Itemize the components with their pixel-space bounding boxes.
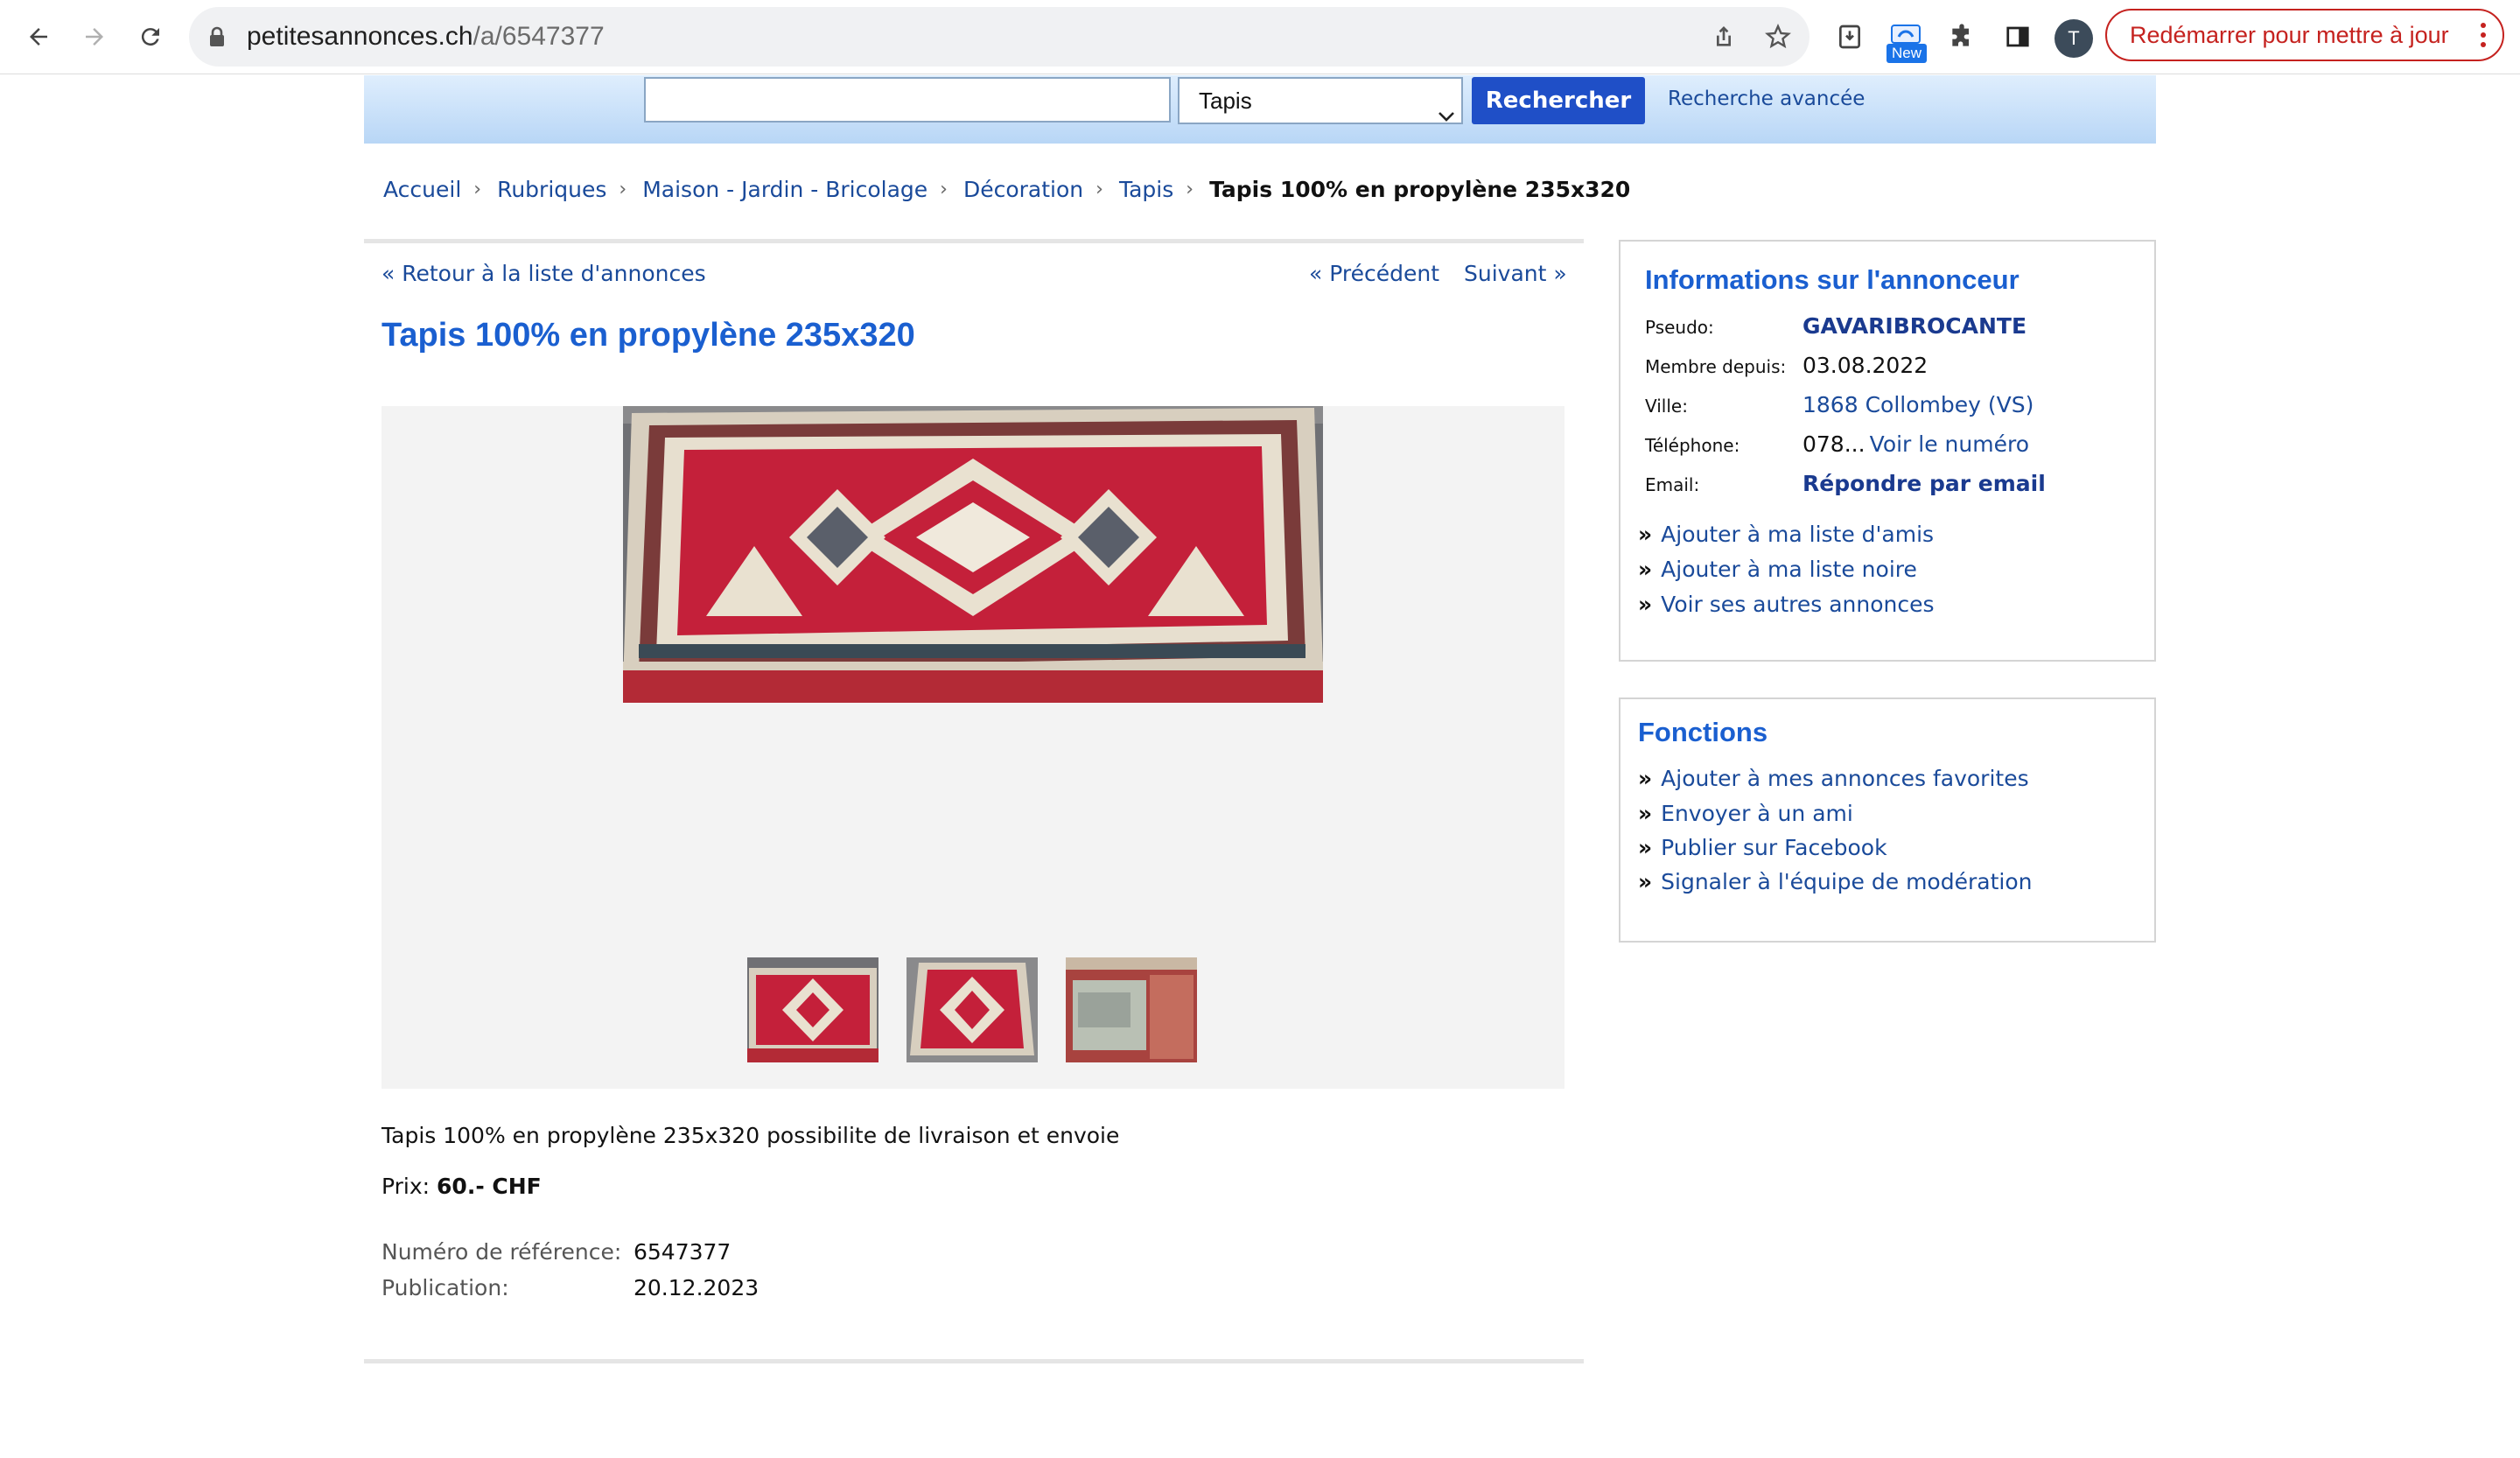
breadcrumb-maison[interactable]: Maison - Jardin - Bricolage xyxy=(642,177,928,202)
double-chevron-right-icon: » xyxy=(1638,835,1653,860)
pseudo-row: Pseudo: GAVARIBROCANTE xyxy=(1645,313,2026,339)
advertiser-info-box: Informations sur l'annonceur Pseudo: GAVA… xyxy=(1619,240,2156,662)
city-link[interactable]: 1868 Collombey (VS) xyxy=(1802,392,2034,417)
search-button[interactable]: Rechercher xyxy=(1472,77,1645,124)
breadcrumb-separator: › xyxy=(940,179,948,200)
breadcrumb: Accueil › Rubriques › Maison - Jardin - Br… xyxy=(383,177,1630,202)
breadcrumb-current: Tapis 100% en propylène 235x320 xyxy=(1209,177,1631,202)
phone-label: Téléphone: xyxy=(1645,435,1740,456)
breadcrumb-decoration[interactable]: Décoration xyxy=(963,177,1083,202)
publication-value: 20.12.2023 xyxy=(634,1275,760,1300)
puzzle-icon[interactable] xyxy=(1941,16,1983,58)
thumbnail-2[interactable] xyxy=(906,957,1038,1062)
price-line: Prix: 60.- CHF xyxy=(382,1174,542,1199)
email-label: Email: xyxy=(1645,474,1700,495)
member-since-row: Membre depuis: 03.08.2022 xyxy=(1645,353,1928,378)
new-badge: New xyxy=(1886,44,1928,63)
report-ad-item: » Signaler à l'équipe de modération xyxy=(1638,869,2032,894)
back-arrow-icon[interactable] xyxy=(18,16,60,58)
divider xyxy=(364,239,1584,243)
search-bar: Tapis Rechercher Recherche avancée xyxy=(364,75,2156,144)
functions-box: Fonctions » Ajouter à mes annonces favori… xyxy=(1619,697,2156,943)
report-ad-link[interactable]: Signaler à l'équipe de modération xyxy=(1661,869,2032,894)
phone-value: 078... xyxy=(1802,431,1866,457)
breadcrumb-separator: › xyxy=(619,179,627,200)
divider xyxy=(364,1359,1584,1363)
double-chevron-right-icon: » xyxy=(1638,592,1653,617)
double-chevron-right-icon: » xyxy=(1638,766,1653,791)
double-chevron-right-icon: » xyxy=(1638,869,1653,894)
reply-by-email-link[interactable]: Répondre par email xyxy=(1802,471,2046,496)
other-ads-link[interactable]: Voir ses autres annonces xyxy=(1661,592,1934,617)
price-value: 60.- CHF xyxy=(437,1174,542,1199)
show-number-link[interactable]: Voir le numéro xyxy=(1870,431,2029,457)
add-to-blacklist-link[interactable]: Ajouter à ma liste noire xyxy=(1661,557,1917,582)
publish-facebook-item: » Publier sur Facebook xyxy=(1638,835,1887,860)
publication-row: Publication: 20.12.2023 xyxy=(382,1275,759,1300)
ad-title: Tapis 100% en propylène 235x320 xyxy=(382,317,915,354)
category-select-value: Tapis xyxy=(1199,88,1252,114)
city-row: Ville: 1868 Collombey (VS) xyxy=(1645,392,2034,417)
member-since-label: Membre depuis: xyxy=(1645,356,1787,377)
back-to-list-link[interactable]: « Retour à la liste d'annonces xyxy=(382,261,706,286)
thumbnail-3[interactable] xyxy=(1066,957,1197,1062)
next-ad-link[interactable]: Suivant » xyxy=(1464,261,1567,286)
ad-description: Tapis 100% en propylène 235x320 possibil… xyxy=(382,1123,1120,1148)
reference-row: Numéro de référence: 6547377 xyxy=(382,1239,731,1265)
breadcrumb-separator: › xyxy=(1186,179,1194,200)
download-icon[interactable] xyxy=(1829,16,1871,58)
advertiser-heading: Informations sur l'annonceur xyxy=(1645,264,2020,295)
add-to-friends-link[interactable]: Ajouter à ma liste d'amis xyxy=(1661,522,1934,547)
reload-icon[interactable] xyxy=(130,16,172,58)
breadcrumb-rubriques[interactable]: Rubriques xyxy=(497,177,606,202)
browser-toolbar: petitesannonces.ch/a/6547377 New T Redém… xyxy=(0,0,2520,74)
url-text[interactable]: petitesannonces.ch/a/6547377 xyxy=(247,22,605,52)
profile-avatar[interactable]: T xyxy=(2054,19,2093,58)
previous-ad-link[interactable]: « Précédent xyxy=(1309,261,1439,286)
phone-row: Téléphone: 078... Voir le numéro xyxy=(1645,431,2029,457)
functions-heading: Fonctions xyxy=(1638,717,1768,747)
side-panel-icon[interactable] xyxy=(1997,16,2039,58)
double-chevron-right-icon: » xyxy=(1638,557,1653,582)
chevron-down-icon xyxy=(1437,94,1456,137)
city-label: Ville: xyxy=(1645,396,1688,417)
email-row: Email: Répondre par email xyxy=(1645,471,2046,496)
main-photo[interactable] xyxy=(623,406,1323,703)
breadcrumb-home[interactable]: Accueil xyxy=(383,177,461,202)
other-ads-item: » Voir ses autres annonces xyxy=(1638,592,1935,617)
add-favorite-item: » Ajouter à mes annonces favorites xyxy=(1638,766,2029,791)
search-input[interactable] xyxy=(644,77,1171,123)
photo-gallery xyxy=(382,406,1564,1089)
publication-label: Publication: xyxy=(382,1275,509,1300)
publish-facebook-link[interactable]: Publier sur Facebook xyxy=(1661,835,1886,860)
star-icon[interactable] xyxy=(1764,23,1792,51)
category-select[interactable]: Tapis xyxy=(1178,77,1463,124)
add-favorite-link[interactable]: Ajouter à mes annonces favorites xyxy=(1661,766,2028,791)
member-since-value: 03.08.2022 xyxy=(1802,353,1928,378)
add-to-blacklist-item: » Ajouter à ma liste noire xyxy=(1638,557,1917,582)
breadcrumb-tapis[interactable]: Tapis xyxy=(1119,177,1173,202)
thumbnail-1[interactable] xyxy=(747,957,878,1062)
pseudo-link[interactable]: GAVARIBROCANTE xyxy=(1802,313,2026,339)
kebab-menu-icon[interactable] xyxy=(2478,21,2488,55)
pseudo-label: Pseudo: xyxy=(1645,317,1714,338)
restart-update-button[interactable]: Redémarrer pour mettre à jour xyxy=(2105,9,2504,61)
forward-arrow-icon[interactable] xyxy=(74,16,116,58)
add-to-friends-item: » Ajouter à ma liste d'amis xyxy=(1638,522,1934,547)
breadcrumb-separator: › xyxy=(1096,179,1103,200)
double-chevron-right-icon: » xyxy=(1638,522,1653,547)
double-chevron-right-icon: » xyxy=(1638,801,1653,826)
advanced-search-link[interactable]: Recherche avancée xyxy=(1668,88,1865,110)
reference-label: Numéro de référence: xyxy=(382,1239,622,1265)
breadcrumb-separator: › xyxy=(473,179,482,200)
price-label: Prix: xyxy=(382,1174,430,1199)
share-icon[interactable] xyxy=(1710,23,1738,51)
restart-label: Redémarrer pour mettre à jour xyxy=(2130,21,2449,48)
reference-value: 6547377 xyxy=(634,1239,732,1265)
address-bar[interactable]: petitesannonces.ch/a/6547377 xyxy=(189,7,1810,67)
send-to-friend-link[interactable]: Envoyer à un ami xyxy=(1661,801,1853,826)
send-to-friend-item: » Envoyer à un ami xyxy=(1638,801,1853,826)
lock-icon[interactable] xyxy=(208,26,226,51)
